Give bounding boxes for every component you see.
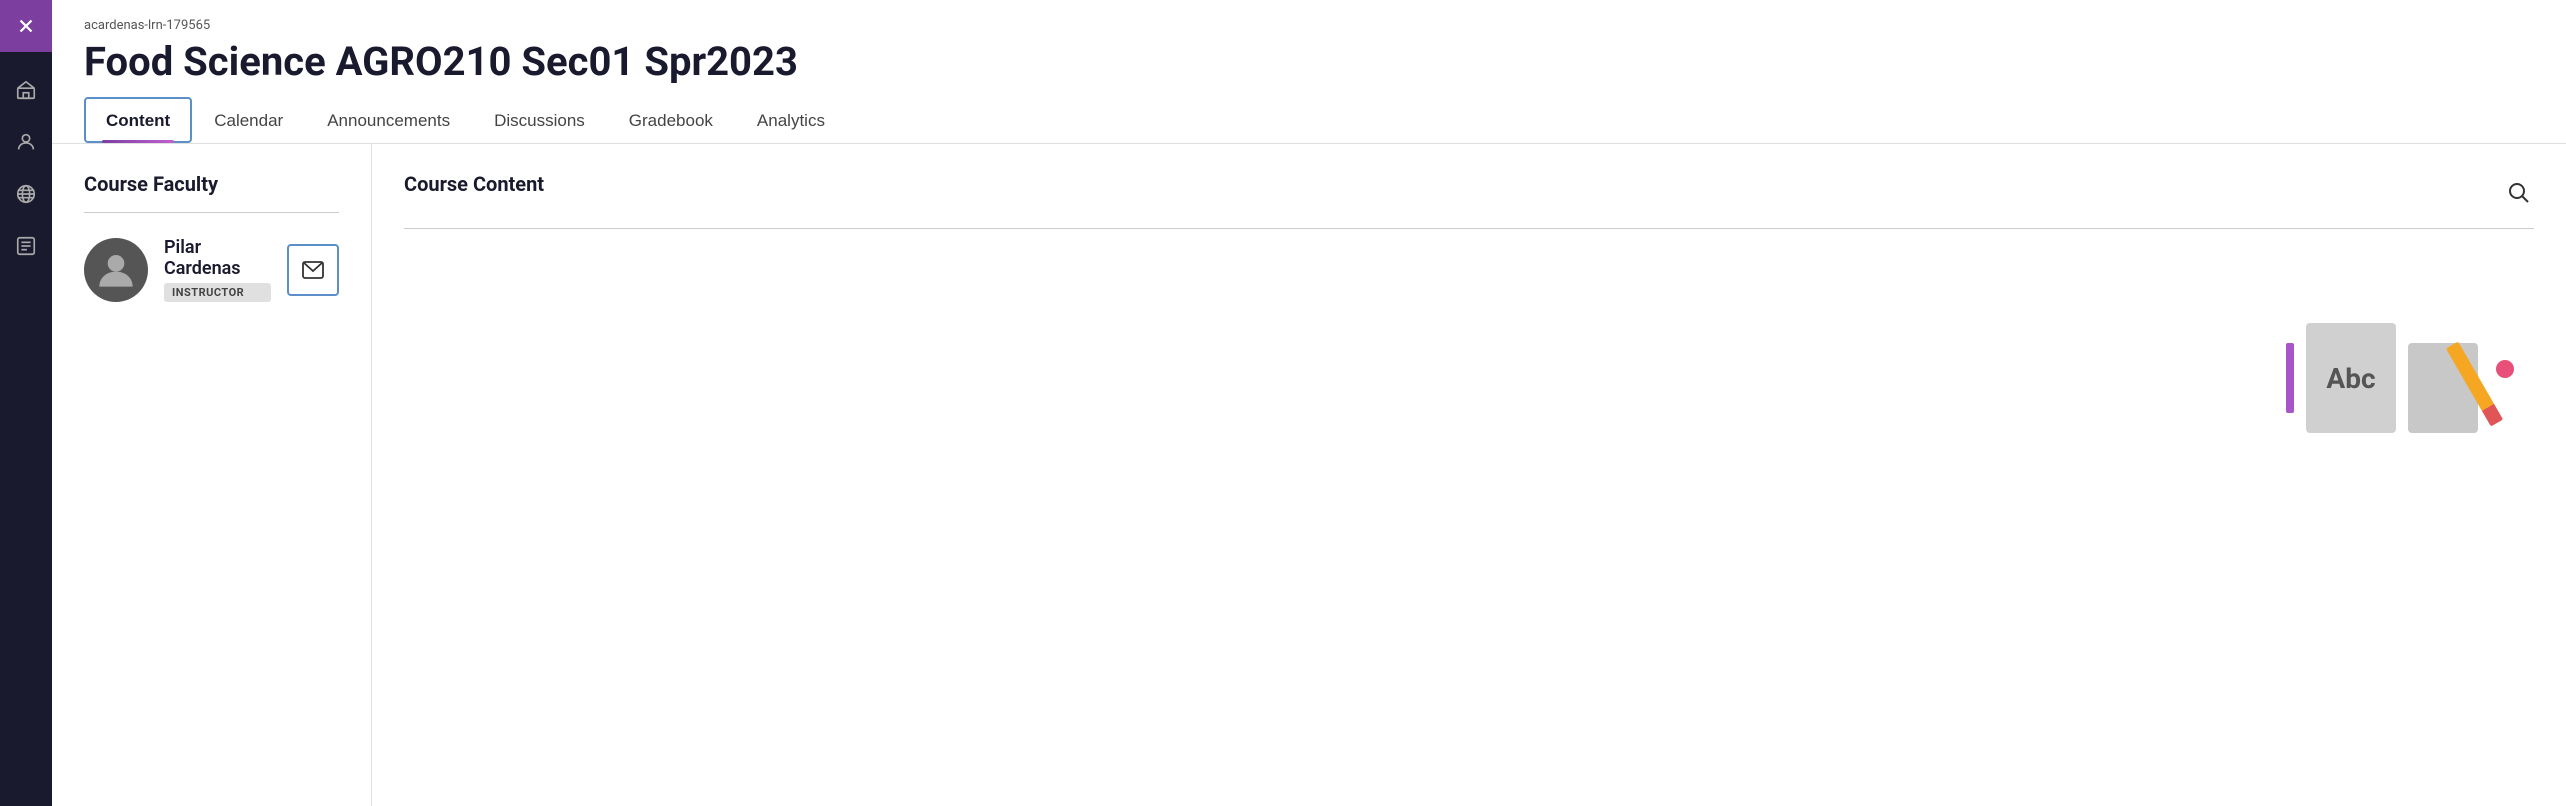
main-content: acardenas-lrn-179565 Food Science AGRO21… bbox=[52, 0, 2566, 806]
search-icon bbox=[2506, 180, 2530, 204]
avatar bbox=[84, 238, 148, 302]
faculty-panel: Course Faculty Pilar Cardenas INSTRUCTOR bbox=[52, 144, 372, 806]
content-header: Course Content bbox=[404, 172, 2534, 212]
mail-icon bbox=[301, 258, 325, 282]
faculty-panel-divider bbox=[84, 212, 339, 213]
content-preview: Abc bbox=[404, 253, 2534, 433]
tab-discussions[interactable]: Discussions bbox=[472, 97, 607, 143]
globe-icon bbox=[15, 183, 37, 205]
tab-calendar[interactable]: Calendar bbox=[192, 97, 305, 143]
faculty-info: Pilar Cardenas INSTRUCTOR bbox=[164, 237, 271, 302]
avatar-icon bbox=[96, 250, 136, 290]
illustration: Abc bbox=[2286, 323, 2514, 433]
tabs: Content Calendar Announcements Discussio… bbox=[84, 97, 2534, 143]
institution-icon bbox=[15, 79, 37, 101]
sidebar-item-profile[interactable] bbox=[4, 120, 48, 164]
search-button[interactable] bbox=[2502, 176, 2534, 208]
content-divider bbox=[404, 228, 2534, 229]
content-panel: Course Content Abc bbox=[372, 144, 2566, 806]
mail-button[interactable] bbox=[287, 244, 339, 296]
faculty-role-badge: INSTRUCTOR bbox=[164, 283, 271, 302]
user-icon bbox=[15, 131, 37, 153]
breadcrumb: acardenas-lrn-179565 bbox=[84, 18, 2534, 33]
illus-gray-card bbox=[2408, 343, 2478, 433]
illus-abc-card: Abc bbox=[2306, 323, 2396, 433]
sidebar-item-globe[interactable] bbox=[4, 172, 48, 216]
content-panel-title: Course Content bbox=[404, 172, 544, 196]
faculty-panel-title: Course Faculty bbox=[84, 172, 339, 196]
faculty-name: Pilar Cardenas bbox=[164, 237, 271, 279]
tab-announcements[interactable]: Announcements bbox=[305, 97, 472, 143]
illus-purple-bar bbox=[2286, 343, 2294, 413]
close-icon bbox=[15, 15, 37, 37]
faculty-card: Pilar Cardenas INSTRUCTOR bbox=[84, 237, 339, 302]
tab-content[interactable]: Content bbox=[84, 97, 192, 143]
sidebar-item-institution[interactable] bbox=[4, 68, 48, 112]
illus-eraser bbox=[2496, 360, 2514, 378]
sidebar bbox=[0, 0, 52, 806]
tab-gradebook[interactable]: Gradebook bbox=[607, 97, 735, 143]
body-content: Course Faculty Pilar Cardenas INSTRUCTOR bbox=[52, 144, 2566, 806]
tabs-container: Content Calendar Announcements Discussio… bbox=[52, 97, 2566, 144]
close-button[interactable] bbox=[0, 0, 52, 52]
header: acardenas-lrn-179565 Food Science AGRO21… bbox=[52, 0, 2566, 85]
course-title: Food Science AGRO210 Sec01 Spr2023 bbox=[84, 39, 2534, 85]
tab-analytics[interactable]: Analytics bbox=[735, 97, 847, 143]
reports-icon bbox=[15, 235, 37, 257]
sidebar-item-reports[interactable] bbox=[4, 224, 48, 268]
sidebar-nav bbox=[0, 52, 52, 268]
